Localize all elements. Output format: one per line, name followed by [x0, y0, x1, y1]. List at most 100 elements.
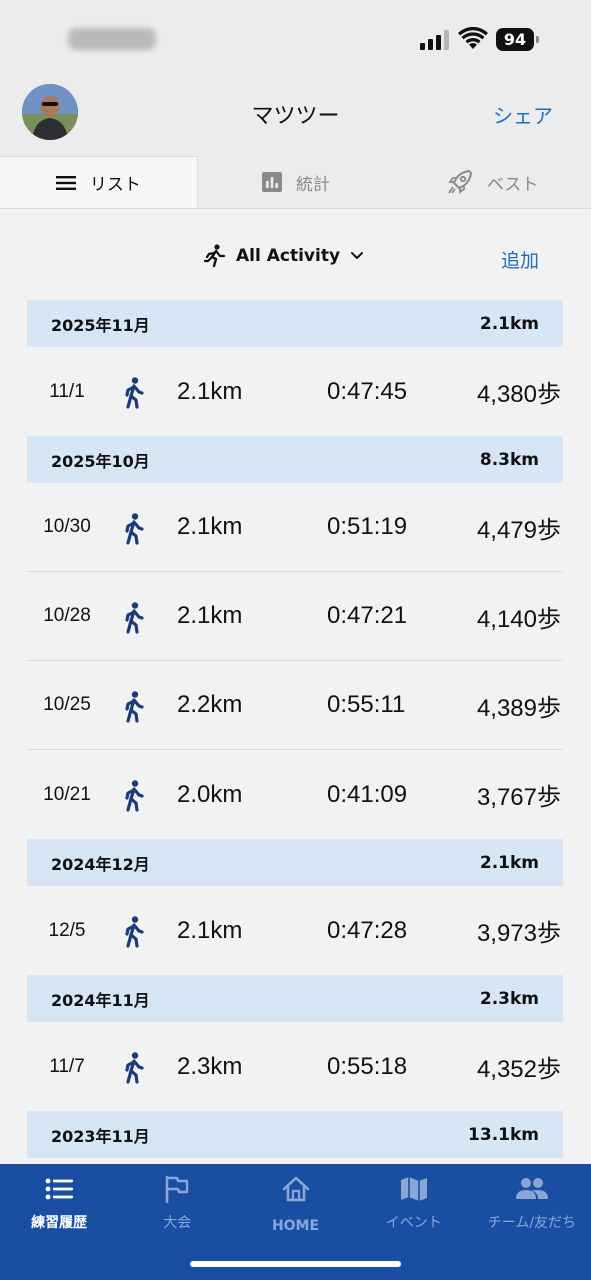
tabbar-item-events[interactable]: イベント — [355, 1172, 473, 1234]
home-icon — [282, 1176, 309, 1202]
activity-distance: 2.1km — [177, 916, 243, 944]
activity-distance: 2.3km — [177, 1052, 243, 1080]
rocket-icon — [448, 169, 473, 194]
activity-steps: 3,973歩 — [476, 920, 561, 947]
activity-row[interactable]: 10/28 2.1km 0:47:21 4,140歩 — [27, 572, 563, 661]
activity-filter-label: All Activity — [236, 246, 341, 266]
walking-icon — [125, 916, 144, 948]
activity-date: 11/7 — [49, 1055, 85, 1077]
home-indicator — [190, 1261, 401, 1267]
activity-steps: 3,767歩 — [476, 784, 561, 811]
month-total: 2.1km — [479, 313, 539, 334]
month-label: 2024年11月 — [51, 990, 150, 1010]
tabbar-item-races[interactable]: 大会 — [118, 1172, 236, 1234]
month-header[interactable]: 2025年11月 2.1km — [27, 300, 563, 347]
month-header[interactable]: 2023年11月 13.1km — [27, 1111, 563, 1158]
activity-date: 12/5 — [48, 919, 86, 941]
share-button[interactable]: シェア — [493, 100, 553, 129]
activity-duration: 0:47:21 — [327, 602, 408, 629]
runner-icon — [204, 244, 226, 268]
month-total: 2.3km — [479, 988, 539, 1009]
activity-duration: 0:51:19 — [327, 513, 408, 540]
month-header[interactable]: 2024年12月 2.1km — [27, 839, 563, 886]
tabbar-item-team[interactable]: チーム/友だち — [473, 1172, 591, 1234]
activity-duration: 0:47:45 — [327, 377, 408, 405]
tab-best[interactable]: ベスト — [394, 156, 591, 208]
month-total: 8.3km — [479, 449, 539, 470]
cellular-signal-icon — [420, 30, 449, 50]
activity-distance: 2.1km — [177, 377, 243, 405]
activity-list: 2025年11月 2.1km 11/1 2.1km 0:47:45 4,380歩… — [27, 300, 563, 1158]
tabbar-item-home[interactable]: HOME — [236, 1172, 354, 1234]
activity-steps: 4,352歩 — [476, 1056, 561, 1083]
activity-date: 10/30 — [43, 516, 91, 537]
activity-row[interactable]: 10/21 2.0km 0:41:09 3,767歩 — [27, 750, 563, 839]
battery-tip — [536, 36, 539, 43]
bar-chart-icon — [262, 172, 282, 192]
map-icon — [400, 1177, 427, 1201]
activity-steps: 4,140歩 — [476, 605, 561, 633]
activity-date: 11/1 — [49, 380, 85, 402]
tabbar-label: 大会 — [163, 1215, 192, 1231]
activity-date: 10/21 — [43, 783, 91, 805]
filter-row: All Activity 追加 — [0, 238, 591, 278]
activity-row[interactable]: 10/25 2.2km 0:55:11 4,389歩 — [27, 661, 563, 750]
month-header[interactable]: 2024年11月 2.3km — [27, 975, 563, 1022]
activity-date: 10/25 — [43, 694, 91, 715]
month-label: 2025年10月 — [51, 451, 150, 471]
flag-icon — [165, 1175, 189, 1203]
activity-steps: 4,389歩 — [476, 694, 561, 722]
month-total: 2.1km — [479, 852, 539, 873]
chevron-down-icon — [351, 252, 364, 259]
wifi-icon — [458, 27, 488, 49]
month-label: 2025年11月 — [51, 315, 150, 335]
status-bar: 94 — [0, 0, 591, 80]
tabbar-item-history[interactable]: 練習履歴 — [0, 1172, 118, 1234]
tabbar-label: チーム/友だち — [487, 1215, 577, 1231]
tabbar-label: イベント — [385, 1215, 442, 1231]
tab-best-label: ベスト — [487, 174, 539, 195]
activity-duration: 0:47:28 — [327, 916, 408, 944]
tab-list-label: リスト — [89, 175, 141, 195]
month-total: 13.1km — [468, 1124, 539, 1145]
activity-duration: 0:41:09 — [327, 780, 408, 808]
activity-date: 10/28 — [43, 605, 91, 626]
month-header[interactable]: 2025年10月 8.3km — [27, 436, 563, 483]
activity-distance: 2.0km — [177, 780, 243, 808]
tabbar-label: 練習履歴 — [31, 1215, 88, 1231]
activity-steps: 4,380歩 — [476, 381, 561, 408]
walking-icon — [125, 780, 144, 812]
list-icon — [45, 1178, 74, 1200]
month-label: 2023年11月 — [51, 1126, 150, 1146]
activity-distance: 2.1km — [177, 602, 243, 629]
activity-row[interactable]: 10/30 2.1km 0:51:19 4,479歩 — [27, 483, 563, 572]
walking-icon — [125, 513, 144, 545]
tabbar-label: HOME — [271, 1218, 320, 1234]
add-button[interactable]: 追加 — [501, 246, 539, 273]
tab-stats-label: 統計 — [296, 174, 330, 195]
battery-indicator: 94 — [496, 28, 540, 51]
tab-list[interactable]: リスト — [0, 156, 198, 208]
activity-filter-dropdown[interactable]: All Activity — [204, 244, 364, 268]
activity-row[interactable]: 11/1 2.1km 0:47:45 4,380歩 — [27, 347, 563, 436]
walking-icon — [125, 602, 144, 634]
walking-icon — [125, 377, 144, 409]
app-header: マツツー シェア — [0, 80, 591, 156]
walking-icon — [125, 691, 144, 723]
activity-distance: 2.1km — [177, 513, 243, 540]
battery-level: 94 — [496, 28, 534, 51]
bottom-tab-bar: 練習履歴 大会 HOME イベント チーム/友だち — [0, 1164, 591, 1280]
activity-row[interactable]: 12/5 2.1km 0:47:28 3,973歩 — [27, 886, 563, 975]
walking-icon — [125, 1052, 144, 1084]
activity-duration: 0:55:18 — [327, 1052, 408, 1080]
status-time-blurred — [68, 28, 156, 50]
activity-duration: 0:55:11 — [327, 691, 406, 718]
tab-stats[interactable]: 統計 — [198, 156, 395, 208]
activity-steps: 4,479歩 — [476, 516, 561, 544]
list-icon — [55, 175, 76, 190]
segment-tabs: リスト 統計 ベスト — [0, 156, 591, 209]
activity-row[interactable]: 11/7 2.3km 0:55:18 4,352歩 — [27, 1022, 563, 1111]
activity-distance: 2.2km — [177, 691, 243, 718]
people-icon — [515, 1178, 548, 1199]
month-label: 2024年12月 — [51, 854, 150, 874]
